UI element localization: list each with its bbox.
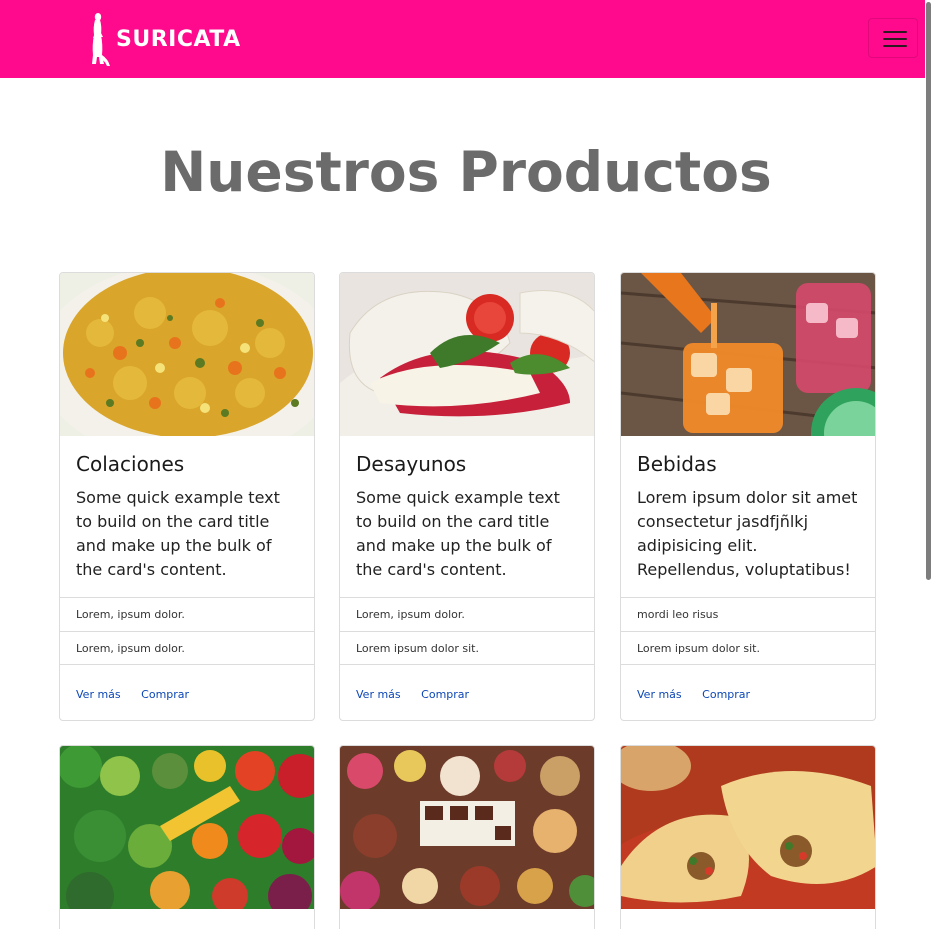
- list-item: Lorem ipsum dolor sit.: [340, 631, 594, 665]
- card-text: Lorem ipsum dolor sit amet consectetur j…: [637, 488, 858, 579]
- sweets-image: [340, 746, 594, 909]
- brand-name: SURICATA: [116, 26, 241, 52]
- card-links: Ver más Comprar: [621, 664, 875, 720]
- page-title: Nuestros Productos: [160, 140, 772, 204]
- list-item: Lorem, ipsum dolor.: [60, 631, 314, 665]
- card-body: Desayunos Some quick example text to bui…: [340, 436, 594, 596]
- hamburger-icon-line: [883, 45, 907, 47]
- product-card-vegetables: [59, 745, 315, 929]
- card-text: Some quick example text to build on the …: [76, 488, 280, 579]
- list-item: Lorem ipsum dolor sit.: [621, 631, 875, 665]
- sandwich-image: [340, 273, 594, 436]
- vegetables-image: [60, 746, 314, 909]
- brand-logo[interactable]: SURICATA: [88, 10, 241, 68]
- hamburger-icon-line: [883, 31, 907, 33]
- card-links: Ver más Comprar: [340, 664, 594, 720]
- product-card-bebidas: Bebidas Lorem ipsum dolor sit amet conse…: [620, 272, 876, 721]
- card-body: Colaciones Some quick example text to bu…: [60, 436, 314, 596]
- card-title: Bebidas: [637, 452, 717, 476]
- list-item: Lorem, ipsum dolor.: [340, 597, 594, 631]
- food-stew-image: [60, 273, 314, 436]
- comprar-link[interactable]: Comprar: [141, 688, 189, 701]
- ver-mas-link[interactable]: Ver más: [76, 688, 121, 701]
- list-item: Lorem, ipsum dolor.: [60, 597, 314, 631]
- meerkat-icon: [92, 13, 110, 66]
- card-title: Colaciones: [76, 452, 185, 476]
- product-card-desayunos: Desayunos Some quick example text to bui…: [339, 272, 595, 721]
- card-title: Desayunos: [356, 452, 467, 476]
- product-card-sweets: [339, 745, 595, 929]
- comprar-link[interactable]: Comprar: [702, 688, 750, 701]
- card-body: Bebidas Lorem ipsum dolor sit amet conse…: [621, 436, 875, 596]
- ver-mas-link[interactable]: Ver más: [356, 688, 401, 701]
- navbar: SURICATA: [0, 0, 932, 78]
- list-item: mordi leo risus: [621, 597, 875, 631]
- card-links: Ver más Comprar: [60, 664, 314, 720]
- card-text: Some quick example text to build on the …: [356, 488, 560, 579]
- hamburger-icon-line: [883, 38, 907, 40]
- product-card-empanadas: [620, 745, 876, 929]
- menu-toggle-button[interactable]: [868, 18, 918, 58]
- ver-mas-link[interactable]: Ver más: [637, 688, 682, 701]
- comprar-link[interactable]: Comprar: [421, 688, 469, 701]
- product-card-colaciones: Colaciones Some quick example text to bu…: [59, 272, 315, 721]
- empanadas-image: [621, 746, 875, 909]
- drinks-image: [621, 273, 875, 436]
- scrollbar-thumb[interactable]: [926, 2, 931, 580]
